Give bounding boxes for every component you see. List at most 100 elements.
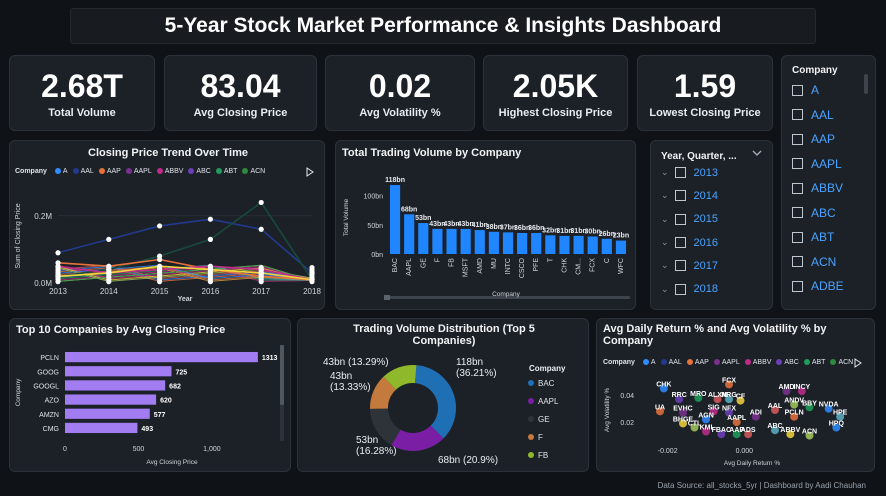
data-point [55,250,61,256]
slicer-item-aapl[interactable]: AAPL [792,152,844,177]
top10-plot: 1313 PCLN 725 GOOG 682 GOOGL 620 AZO 577 AMZN 493 C… [15,345,284,466]
bar-wfc [615,240,627,254]
point-label: ACN [802,429,817,436]
slice-label: 118bn [456,357,483,368]
data-label: 68bn [401,206,417,213]
slicer-item-label: AAL [811,107,834,122]
top10-avg-closing-chart[interactable]: Top 10 Companies by Avg Closing Price 13… [9,318,291,472]
slicer-item-a[interactable]: A [792,78,844,103]
company-slicer[interactable]: Company A AAL AAP AAPL ABBV ABC ABT ACN … [781,55,876,310]
bar-ge [418,223,429,254]
x-tick-label: FB [449,258,456,267]
chevron-down-icon[interactable]: ⌄ [661,190,669,201]
chevron-down-icon[interactable]: ⌄ [661,260,669,271]
dashboard-title-bar: 5-Year Stock Market Performance & Insigh… [70,8,816,44]
data-label: 23bn [613,233,629,240]
checkbox[interactable] [674,167,686,179]
bar-aapl [404,214,415,254]
point-label: AAPL [727,415,747,422]
legend-swatch [528,398,534,404]
volume-plot: 0bn 50bn 100bn Total Volume 118bn BAC 68bn AAPL… [343,177,630,300]
data-point [258,264,264,271]
closing-price-trend-chart[interactable]: Closing Price Trend Over Time Company AA… [9,140,325,310]
kpi-highest-closing-price[interactable]: 2.05K Highest Closing Price [483,55,628,131]
legend-title: Company [529,364,566,373]
legend-swatch [528,380,534,386]
x-axis-label: Avg Daily Return % [724,460,780,467]
company-slicer-scrollbar[interactable] [864,74,868,94]
slicer-item-label: ABBV [811,181,844,196]
slicer-item-abc[interactable]: ABC [792,201,844,226]
footer-note: Data Source: all_stocks_5yr | Dashboard … [657,481,866,490]
chevron-down-icon[interactable]: ⌄ [661,237,669,248]
data-point [157,256,163,263]
checkbox[interactable] [792,84,803,96]
x-tick-label: MSFT [463,257,470,277]
data-point [207,264,213,271]
checkbox[interactable] [674,213,686,225]
point-label: ADI [750,410,762,417]
y-axis-label: Company [15,378,22,407]
chevron-down-icon[interactable] [751,148,763,158]
legend-swatch [528,416,534,422]
y-tick-label: PCLN [40,355,59,362]
checkbox[interactable] [674,237,686,249]
checkbox[interactable] [792,256,803,268]
checkbox[interactable] [792,133,803,145]
bar-t [545,235,556,254]
return-volatility-chart[interactable]: Avg Daily Return % and Avg Volatility % … [596,318,875,472]
checkbox[interactable] [792,158,803,170]
point-label: NVDA [819,402,839,409]
slicer-item-acn[interactable]: ACN [792,250,844,275]
slicer-item-2015[interactable]: ⌄ 2015 [661,208,718,231]
checkbox[interactable] [674,260,686,272]
y-tick-label: 100bn [364,194,384,201]
bar-bac [389,185,401,254]
slicer-item-aal[interactable]: AAL [792,103,844,128]
slicer-item-label: 2017 [693,259,719,272]
checkbox[interactable] [792,231,803,243]
year-slicer[interactable]: Year, Quarter, ... ⌄ 2013 ⌄ 2014 ⌄ 2015 ⌄ 20… [650,140,773,310]
point-label: AGN [698,412,714,419]
checkbox[interactable] [792,207,803,219]
x-tick-label: 2017 [252,287,270,296]
y-tick-label: 0.02 [620,420,634,427]
bar-fcx [587,236,598,254]
kpi-avg-closing-price[interactable]: 83.04 Avg Closing Price [164,55,317,131]
legend-swatch [528,452,534,458]
scrollbar-thumb [280,345,284,405]
kpi-lowest-closing-price[interactable]: 1.59 Lowest Closing Price [637,55,773,131]
kpi-label: Lowest Closing Price [649,106,761,119]
point-label: PCLN [785,410,804,417]
data-point [207,236,213,242]
volume-distribution-chart[interactable]: Trading Volume Distribution (Top 5 Compa… [297,318,589,472]
slicer-item-2017[interactable]: ⌄ 2017 [661,254,718,277]
checkbox[interactable] [674,190,686,202]
slicer-item-2013[interactable]: ⌄ 2013 [661,161,718,184]
point-label: KMI [700,425,713,432]
slicer-item-aap[interactable]: AAP [792,127,844,152]
x-tick-label: 0 [63,446,67,453]
slicer-item-2018[interactable]: ⌄ 2018 [661,277,718,300]
y-tick-label: AMZN [39,412,59,419]
chevron-down-icon[interactable]: ⌄ [661,284,669,295]
scrollbar-thumb [384,295,390,300]
checkbox[interactable] [792,182,803,194]
trading-volume-chart[interactable]: Total Trading Volume by Company 0bn 50bn 1… [335,140,636,310]
slicer-item-abbv[interactable]: ABBV [792,176,844,201]
slice-label: 53bn [356,435,378,446]
x-tick-label: 2013 [49,287,67,296]
kpi-avg-volatility[interactable]: 0.02 Avg Volatility % [325,55,475,131]
checkbox[interactable] [792,280,803,292]
slicer-item-2016[interactable]: ⌄ 2016 [661,231,718,254]
chevron-down-icon[interactable]: ⌄ [661,214,669,225]
slicer-item-2014[interactable]: ⌄ 2014 [661,184,718,207]
slicer-item-label: 2015 [693,213,719,226]
checkbox[interactable] [792,109,803,121]
checkbox[interactable] [674,283,686,295]
kpi-total-volume[interactable]: 2.68T Total Volume [9,55,155,131]
data-label: 118bn [385,177,405,184]
slicer-item-adbe[interactable]: ADBE [792,274,844,299]
chevron-down-icon[interactable]: ⌄ [661,167,669,178]
slicer-item-abt[interactable]: ABT [792,225,844,250]
